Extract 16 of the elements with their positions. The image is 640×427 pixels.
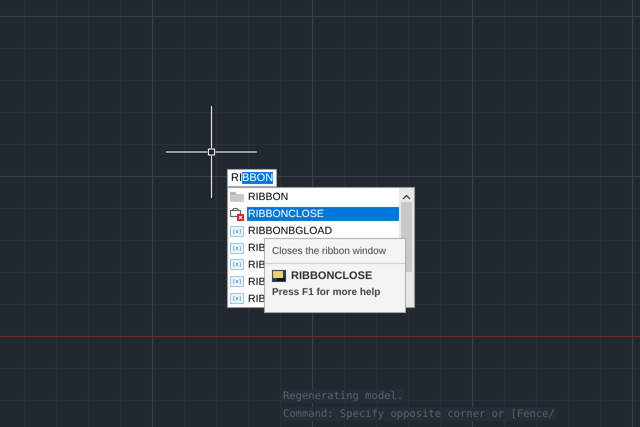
variable-icon xyxy=(230,226,244,237)
folder-icon xyxy=(230,192,244,202)
variable-icon xyxy=(230,293,244,304)
command-input-field[interactable]: RIBBON xyxy=(227,169,278,187)
suggestion-item[interactable]: RIBBON xyxy=(247,190,399,204)
window-close-icon xyxy=(230,208,244,221)
variable-icon xyxy=(230,259,244,270)
variable-icon xyxy=(230,242,244,254)
scroll-up-icon[interactable] xyxy=(402,194,411,200)
tooltip-command-name: RIBBONCLOSE xyxy=(291,270,372,282)
variable-icon xyxy=(230,276,244,288)
window-icon xyxy=(272,270,286,282)
suggestion-item[interactable]: RIBBONCLOSE xyxy=(247,207,399,222)
tooltip-help-hint: Press F1 for more help xyxy=(271,286,382,300)
tooltip-description: Closes the ribbon window xyxy=(265,239,405,264)
suggestion-item[interactable]: RIBBONBGLOAD xyxy=(247,224,399,238)
